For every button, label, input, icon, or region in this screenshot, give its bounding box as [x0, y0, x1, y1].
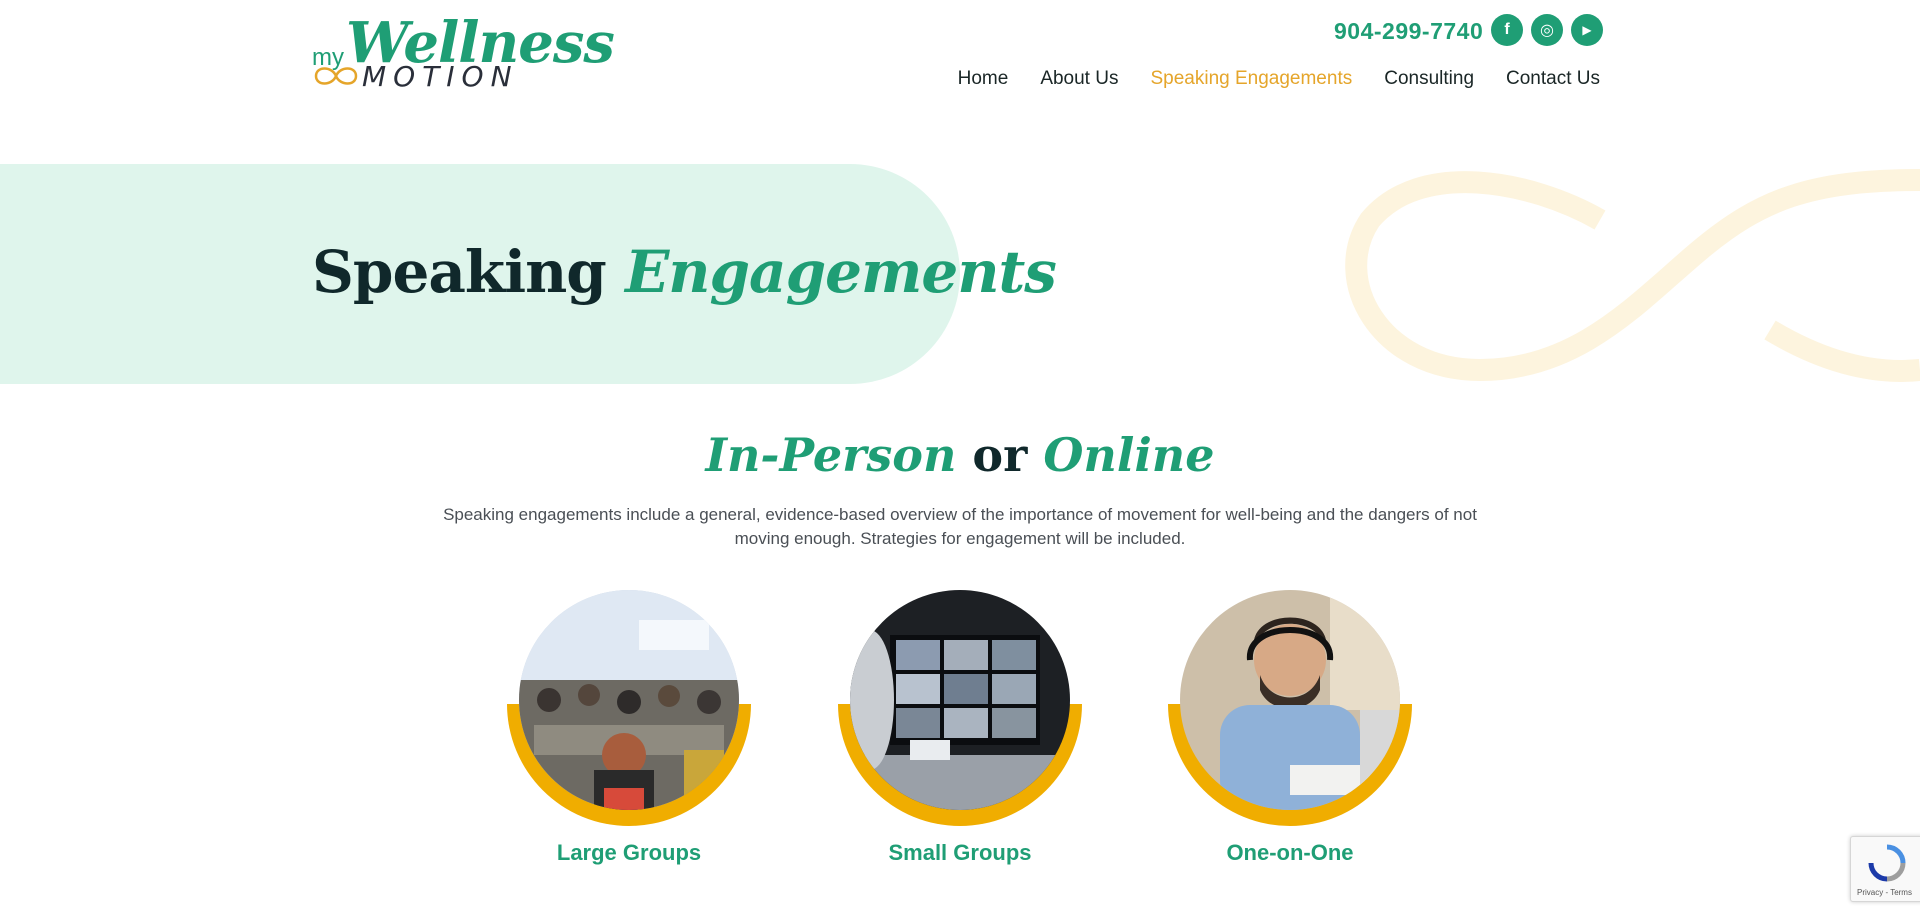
nav-home[interactable]: Home: [958, 68, 1009, 90]
heading-in-person: In-Person: [705, 428, 957, 482]
nav-contact-us[interactable]: Contact Us: [1506, 68, 1600, 90]
logo-motion: MOTION: [362, 60, 519, 93]
logo-my: my: [312, 44, 344, 71]
nav-speaking-engagements[interactable]: Speaking Engagements: [1150, 68, 1352, 90]
card-one-on-one[interactable]: One-on-One: [1165, 590, 1415, 866]
card-image-frame: [507, 590, 751, 826]
recaptcha-icon: [1868, 844, 1906, 882]
youtube-icon[interactable]: ▶: [1571, 14, 1603, 46]
intro-text: Speaking engagements include a general, …: [443, 505, 1477, 548]
instagram-icon[interactable]: ◎: [1531, 14, 1563, 46]
card-small-groups[interactable]: Small Groups: [835, 590, 1085, 866]
card-label: One-on-One: [1226, 840, 1354, 865]
page-title-accent: Engagements: [625, 238, 1057, 306]
nav-consulting[interactable]: Consulting: [1384, 68, 1474, 90]
site-logo[interactable]: my Wellness MOTION: [312, 10, 615, 93]
page-title: Speaking Engagements: [312, 238, 1057, 306]
one-on-one-photo: [1180, 590, 1400, 810]
infinity-decoration: [1345, 169, 1920, 382]
section-heading: In-Person or Online: [0, 428, 1920, 482]
card-label: Large Groups: [556, 840, 702, 865]
heading-or: or: [972, 428, 1028, 482]
large-groups-photo: [519, 590, 739, 810]
nav-about-us[interactable]: About Us: [1040, 68, 1118, 90]
page-title-plain: Speaking: [312, 238, 607, 306]
card-label: Small Groups: [888, 840, 1032, 865]
heading-online: Online: [1043, 428, 1215, 482]
facebook-icon[interactable]: f: [1491, 14, 1523, 46]
recaptcha-terms[interactable]: Privacy - Terms: [1857, 888, 1912, 897]
card-large-groups[interactable]: Large Groups: [504, 590, 754, 866]
card-image-frame: [838, 590, 1082, 826]
card-image-frame: [1168, 590, 1412, 826]
small-groups-photo: [850, 590, 1070, 810]
main-nav: Home About Us Speaking Engagements Consu…: [958, 68, 1600, 90]
phone-link[interactable]: 904-299-7740: [1334, 18, 1483, 45]
recaptcha-badge[interactable]: Privacy - Terms: [1850, 836, 1920, 902]
